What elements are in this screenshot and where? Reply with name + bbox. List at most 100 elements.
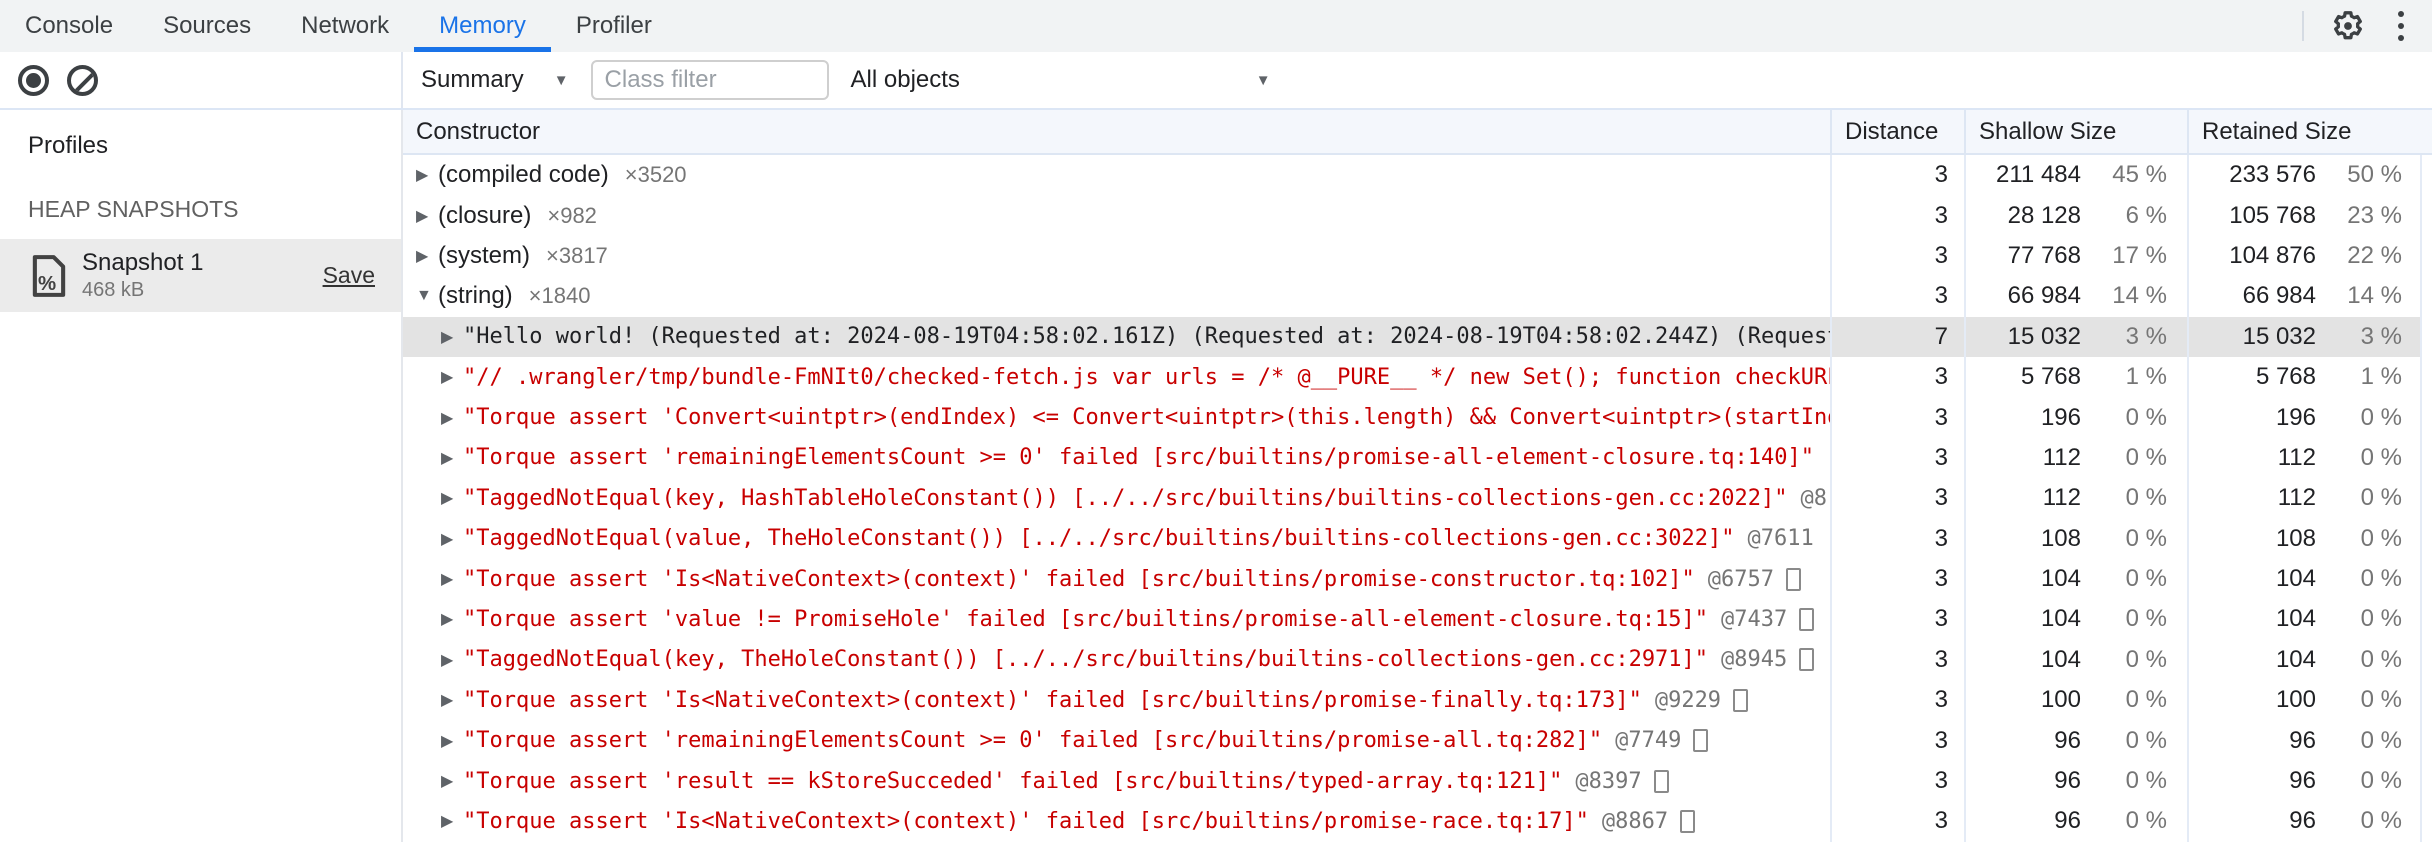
more-options-kebab-icon[interactable]	[2392, 7, 2410, 45]
table-row[interactable]: ▶ (closure) ×982 3 28 128 6 % 105 768 23…	[403, 195, 2432, 236]
disclosure-arrow-icon[interactable]: ▶	[441, 811, 463, 831]
disclosure-arrow-icon[interactable]: ▶	[441, 327, 463, 347]
shallow-size-value: 211 484	[1996, 161, 2081, 189]
table-row[interactable]: ▶ "TaggedNotEqual(key, TheHoleConstant()…	[403, 639, 2432, 681]
object-preview-icon	[1786, 567, 1802, 591]
retained-size-percent: 0 %	[2360, 726, 2402, 754]
table-row[interactable]: ▶ "Torque assert 'Is<NativeContext>(cont…	[403, 680, 2432, 721]
instance-count: ×982	[547, 202, 597, 228]
string-value: "Torque assert 'Is<NativeContext>(contex…	[463, 687, 1642, 713]
object-preview-icon	[1693, 729, 1709, 753]
column-header-constructor[interactable]: Constructor	[403, 110, 1832, 153]
retained-size-percent: 0 %	[2360, 605, 2402, 633]
table-row[interactable]: ▶ (system) ×3817 3 77 768 17 % 104 876 2…	[403, 235, 2432, 277]
disclosure-arrow-icon[interactable]: ▼	[416, 287, 438, 305]
shallow-size-percent: 0 %	[2125, 645, 2167, 673]
retained-size-value: 96	[2289, 726, 2316, 754]
retained-size-value: 112	[2277, 484, 2316, 512]
shallow-size-value: 196	[2040, 403, 2081, 431]
instance-count: ×1840	[528, 283, 591, 309]
table-row[interactable]: ▶ "TaggedNotEqual(value, TheHoleConstant…	[403, 518, 2432, 559]
retained-size-percent: 22 %	[2347, 241, 2402, 269]
table-row[interactable]: ▶ "TaggedNotEqual(key, HashTableHoleCons…	[403, 478, 2432, 519]
retained-size-value: 104	[2275, 645, 2316, 673]
retained-size-percent: 0 %	[2360, 565, 2402, 593]
disclosure-arrow-icon[interactable]: ▶	[416, 165, 438, 185]
devtools-tab-bar: Console Sources Network Memory Profiler	[0, 0, 2432, 52]
record-heap-snapshot-icon[interactable]	[18, 64, 49, 96]
disclosure-arrow-icon[interactable]: ▶	[416, 246, 438, 266]
table-row[interactable]: ▶ "Torque assert 'remainingElementsCount…	[403, 720, 2432, 761]
disclosure-arrow-icon[interactable]: ▶	[441, 690, 463, 710]
retained-size-percent: 0 %	[2360, 686, 2402, 714]
retained-size-percent: 0 %	[2360, 645, 2402, 673]
retained-size-percent: 0 %	[2360, 443, 2402, 471]
scrollbar-gutter	[2422, 639, 2432, 681]
retained-size-percent: 3 %	[2360, 322, 2402, 350]
tab-console[interactable]: Console	[0, 0, 138, 52]
retained-size-cell: 105 768 23 %	[2189, 195, 2422, 236]
disclosure-arrow-icon[interactable]: ▶	[441, 488, 463, 508]
table-row[interactable]: ▶ "Hello world! (Requested at: 2024-08-1…	[403, 316, 2432, 357]
shallow-size-percent: 14 %	[2112, 282, 2167, 310]
table-row[interactable]: ▶ "Torque assert 'Is<NativeContext>(cont…	[403, 801, 2432, 842]
class-filter-input[interactable]	[590, 60, 829, 100]
string-value: "// .wrangler/tmp/bundle-FmNIt0/checked-…	[463, 364, 1832, 390]
object-filter-select[interactable]: All objects ▼	[851, 66, 1271, 94]
tab-label: Memory	[439, 12, 526, 39]
chevron-down-icon: ▼	[1255, 71, 1271, 89]
column-header-retained-size[interactable]: Retained Size	[2189, 110, 2432, 153]
retained-size-cell: 15 032 3 %	[2189, 316, 2422, 357]
retained-size-percent: 1 %	[2360, 363, 2402, 391]
shallow-size-cell: 104 0 %	[1966, 639, 2189, 681]
constructor-cell: ▶ "TaggedNotEqual(value, TheHoleConstant…	[403, 518, 1832, 559]
object-filter-value: All objects	[850, 66, 960, 93]
tab-network[interactable]: Network	[276, 0, 414, 52]
save-snapshot-link[interactable]: Save	[323, 262, 385, 289]
disclosure-arrow-icon[interactable]: ▶	[441, 650, 463, 670]
retained-size-percent: 14 %	[2347, 282, 2402, 310]
shallow-size-percent: 6 %	[2125, 201, 2167, 229]
retained-size-value: 66 984	[2242, 282, 2316, 310]
disclosure-arrow-icon[interactable]: ▶	[441, 367, 463, 387]
column-header-distance[interactable]: Distance	[1832, 110, 1966, 153]
tab-sources[interactable]: Sources	[138, 0, 276, 52]
scrollbar-gutter	[2422, 397, 2432, 438]
disclosure-arrow-icon[interactable]: ▶	[441, 731, 463, 751]
scrollbar-gutter	[2422, 155, 2432, 196]
table-row[interactable]: ▶ "// .wrangler/tmp/bundle-FmNIt0/checke…	[403, 356, 2432, 398]
table-row[interactable]: ▶ "Torque assert 'Convert<uintptr>(endIn…	[403, 397, 2432, 438]
tab-memory[interactable]: Memory	[414, 0, 551, 52]
disclosure-arrow-icon[interactable]: ▶	[441, 448, 463, 468]
disclosure-arrow-icon[interactable]: ▶	[416, 206, 438, 226]
string-value: "Torque assert 'remainingElementsCount >…	[463, 728, 1603, 754]
table-row[interactable]: ▶ "Torque assert 'Is<NativeContext>(cont…	[403, 558, 2432, 600]
table-row[interactable]: ▶ "Torque assert 'result == kStoreSucced…	[403, 760, 2432, 802]
retained-size-value: 105 768	[2229, 201, 2316, 229]
heap-snapshot-data-grid: Constructor Distance Shallow Size Retain…	[403, 110, 2432, 842]
table-row[interactable]: ▶ "Torque assert 'remainingElementsCount…	[403, 437, 2432, 479]
disclosure-arrow-icon[interactable]: ▶	[441, 771, 463, 791]
retained-size-value: 15 032	[2242, 322, 2316, 350]
table-row[interactable]: ▶ "Torque assert 'value != PromiseHole' …	[403, 599, 2432, 640]
retained-size-percent: 0 %	[2360, 484, 2402, 512]
string-value: "Hello world! (Requested at: 2024-08-19T…	[463, 324, 1832, 350]
shallow-size-cell: 112 0 %	[1966, 437, 2189, 479]
retained-size-cell: 108 0 %	[2189, 518, 2422, 559]
snapshot-size: 468 kB	[82, 279, 145, 301]
disclosure-arrow-icon[interactable]: ▶	[441, 408, 463, 428]
column-header-shallow-size[interactable]: Shallow Size	[1966, 110, 2189, 153]
sidebar-item-snapshot-1[interactable]: % Snapshot 1 468 kB Save	[0, 239, 401, 312]
tab-profiler[interactable]: Profiler	[551, 0, 677, 52]
clear-profiles-icon[interactable]	[67, 64, 98, 96]
perspective-select[interactable]: Summary ▼	[421, 66, 569, 94]
disclosure-arrow-icon[interactable]: ▶	[441, 529, 463, 549]
shallow-size-value: 96	[2054, 807, 2081, 835]
disclosure-arrow-icon[interactable]: ▶	[441, 609, 463, 629]
disclosure-arrow-icon[interactable]: ▶	[441, 569, 463, 589]
table-row[interactable]: ▼ (string) ×1840 3 66 984 14 % 66 984 14…	[403, 276, 2432, 317]
table-row[interactable]: ▶ (compiled code) ×3520 3 211 484 45 % 2…	[403, 155, 2432, 196]
scrollbar-gutter	[2422, 235, 2432, 277]
constructor-name: (closure)	[438, 201, 532, 229]
settings-gear-icon[interactable]	[2330, 8, 2366, 44]
